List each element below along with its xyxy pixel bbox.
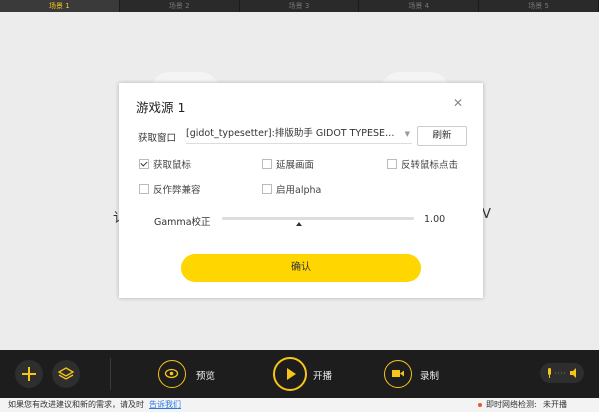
scene-tab-4[interactable]: 场景 4 [359,0,480,12]
option-label: 反作弊兼容 [153,185,201,196]
option-label: 延展画面 [276,160,315,171]
option-enable-alpha[interactable]: 启用alpha [262,182,321,196]
network-status-value: 未开播 [543,400,567,409]
option-capture-mouse[interactable]: 获取鼠标 [139,157,191,171]
eye-icon [164,368,179,379]
option-label: 获取鼠标 [153,160,192,171]
canvas-text-fragment-right: V [482,207,491,222]
audio-controls[interactable] [540,363,584,383]
add-source-button[interactable] [15,360,43,388]
preview-button[interactable] [158,360,186,388]
option-label: 启用alpha [276,185,322,196]
checkbox[interactable] [262,159,272,169]
microphone-speaker-icon [548,368,576,378]
chevron-down-icon: ▼ [404,130,410,138]
plus-icon [22,367,36,381]
capture-window-select[interactable]: [gidot_typesetter]:排版助手 GIDOT TYPESETTER… [186,125,412,144]
option-invert-mouse-click[interactable]: 反转鼠标点击 [387,157,458,171]
gamma-slider-handle[interactable] [296,222,302,226]
go-live-label: 开播 [313,371,333,382]
game-source-dialog: 游戏源 1 ✕ 获取窗口 [gidot_typesetter]:排版助手 GID… [119,83,483,298]
scene-tab-2[interactable]: 场景 2 [120,0,240,12]
confirm-button[interactable]: 确认 [181,254,421,282]
record-button[interactable] [384,360,412,388]
refresh-button[interactable]: 刷新 [417,126,467,146]
bottom-toolbar: 预览 开播 录制 [0,350,599,398]
option-anti-cheat-compat[interactable]: 反作弊兼容 [139,182,201,196]
option-stretch-frame[interactable]: 延展画面 [262,157,314,171]
video-camera-icon [392,370,404,377]
gamma-label: Gamma校正 [154,217,211,228]
feedback-text: 如果您有改进建议和新的需求，请及时 [8,400,144,409]
checkbox[interactable] [139,184,149,194]
go-live-button[interactable] [273,357,307,391]
scene-tab-5[interactable]: 场景 5 [479,0,599,12]
scene-tab-3[interactable]: 场景 3 [240,0,360,12]
layers-button[interactable] [52,360,80,388]
feedback-link[interactable]: 告诉我们 [149,398,181,412]
gamma-slider[interactable] [222,217,414,220]
status-bar: 如果您有改进建议和新的需求，请及时 告诉我们 即时网络检测: 未开播 [0,398,599,412]
close-icon[interactable]: ✕ [452,97,464,109]
dialog-title: 游戏源 1 [136,100,186,115]
capture-window-label: 获取窗口 [138,133,177,144]
checkbox[interactable] [139,159,149,169]
network-status-dot [478,403,482,407]
option-label: 反转鼠标点击 [401,160,459,171]
gamma-value: 1.00 [424,214,446,225]
play-icon [287,368,296,380]
divider [110,358,111,390]
checkbox[interactable] [262,184,272,194]
scene-tab-bar: 场景 1 场景 2 场景 3 场景 4 场景 5 [0,0,599,12]
capture-window-value: [gidot_typesetter]:排版助手 GIDOT TYPESETTER [186,128,398,139]
scene-tab-1[interactable]: 场景 1 [0,0,120,12]
layers-icon [57,367,75,380]
checkbox[interactable] [387,159,397,169]
network-check-label: 即时网络检测: [486,400,537,409]
preview-label: 预览 [196,371,216,382]
record-label: 录制 [420,371,440,382]
